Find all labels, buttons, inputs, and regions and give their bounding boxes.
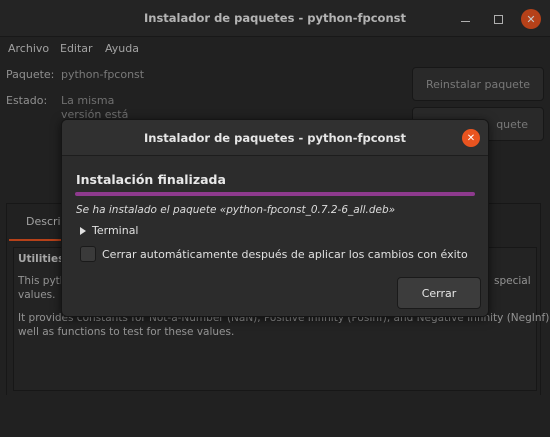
- expander-arrow-icon: [80, 226, 86, 235]
- install-message: Se ha instalado el paquete «python-fpcon…: [76, 204, 396, 216]
- auto-close-option[interactable]: Cerrar automáticamente después de aplica…: [80, 246, 468, 262]
- dialog-title: Instalador de paquetes - python-fpconst: [143, 131, 406, 145]
- progress-bar: [75, 192, 475, 196]
- close-button[interactable]: Cerrar: [397, 277, 481, 309]
- terminal-expander[interactable]: Terminal: [80, 224, 139, 237]
- expander-label: Terminal: [92, 224, 139, 237]
- dialog-close-icon[interactable]: ✕: [462, 129, 480, 147]
- dialog-heading: Instalación finalizada: [76, 172, 226, 187]
- install-dialog: Instalador de paquetes - python-fpconst …: [61, 119, 489, 317]
- auto-close-checkbox[interactable]: [80, 246, 96, 262]
- auto-close-label: Cerrar automáticamente después de aplica…: [102, 247, 468, 261]
- dialog-titlebar: Instalador de paquetes - python-fpconst …: [62, 120, 488, 156]
- progress-fill: [75, 192, 475, 196]
